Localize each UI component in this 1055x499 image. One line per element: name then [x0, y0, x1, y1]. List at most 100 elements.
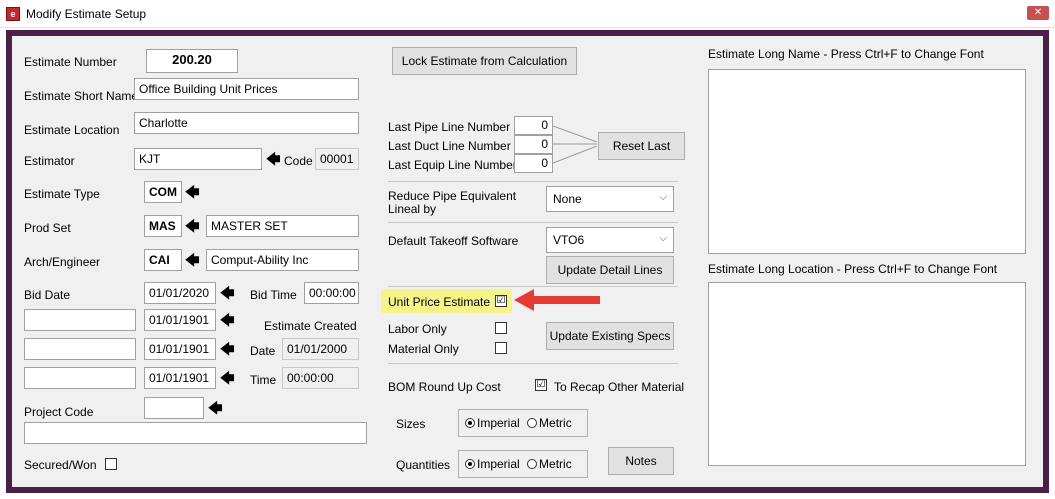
chevron-down-icon: ⌵ [659, 233, 667, 244]
estimator-lookup-arrow-icon[interactable]: 🡄 [266, 151, 280, 167]
secured-won-label: Secured/Won [24, 458, 97, 472]
reduce-pipe-value: None [553, 192, 582, 206]
update-existing-specs-button[interactable]: Update Existing Specs [546, 322, 674, 350]
takeoff-software-dropdown[interactable]: VTO6 ⌵ [546, 227, 674, 253]
prod-set-lookup-arrow-icon[interactable]: 🡄 [185, 218, 199, 234]
estimate-type-lookup-arrow-icon[interactable]: 🡄 [185, 184, 199, 200]
arch-engineer-code[interactable]: CAI [144, 249, 182, 271]
unit-price-estimate-checkbox[interactable]: ☑ [495, 295, 507, 307]
estimator-label: Estimator [24, 154, 75, 168]
lineal-by-label: Lineal by [388, 202, 437, 216]
takeoff-software-value: VTO6 [553, 233, 585, 247]
quantities-imperial-radio[interactable] [465, 459, 475, 469]
custom-date-input-3[interactable]: 01/01/1901 [144, 367, 216, 389]
created-time-label: Time [250, 373, 277, 387]
bid-date-label: Bid Date [24, 288, 71, 302]
last-pipe-line-input[interactable]: 0 [514, 116, 553, 135]
separator-1 [388, 181, 678, 182]
custom-date-label-input-2[interactable] [24, 338, 136, 360]
custom-date-2-arrow-icon[interactable]: 🡄 [220, 341, 234, 357]
last-duct-line-label: Last Duct Line Number [388, 139, 511, 153]
estimate-type-label: Estimate Type [24, 187, 100, 201]
custom-date-3-arrow-icon[interactable]: 🡄 [220, 370, 234, 386]
bid-date-input[interactable]: 01/01/2020 [144, 282, 216, 304]
estimate-type-code[interactable]: COM [144, 181, 182, 203]
estimate-number-label: Estimate Number [24, 55, 117, 69]
form-client-area: Estimate Number 200.20 Estimate Short Na… [12, 36, 1043, 487]
close-button[interactable]: ✕ [1027, 6, 1049, 20]
app-icon: e [6, 7, 20, 21]
custom-date-label-input-3[interactable] [24, 367, 136, 389]
labor-only-checkbox[interactable] [495, 322, 507, 334]
created-date-label: Date [250, 344, 276, 358]
prod-set-name-field: MASTER SET [206, 215, 359, 237]
estimator-code-field: 00001 [315, 148, 359, 170]
project-code-label: Project Code [24, 405, 94, 419]
labor-only-label: Labor Only [388, 322, 447, 336]
material-only-checkbox[interactable] [495, 342, 507, 354]
arch-engineer-name-field: Comput-Ability Inc [206, 249, 359, 271]
created-date-field: 01/01/2000 [282, 338, 359, 360]
to-recap-label: To Recap Other Material [554, 380, 685, 394]
prod-set-label: Prod Set [24, 221, 71, 235]
project-code-input[interactable] [144, 397, 204, 419]
custom-date-input-2[interactable]: 01/01/1901 [144, 338, 216, 360]
prod-set-code[interactable]: MAS [144, 215, 182, 237]
sizes-imperial-radio[interactable] [465, 418, 475, 428]
long-name-textarea[interactable] [708, 69, 1026, 254]
sizes-metric-label: Metric [539, 416, 572, 430]
location-input[interactable]: Charlotte [134, 112, 359, 134]
sizes-imperial-label: Imperial [477, 416, 520, 430]
created-time-field: 00:00:00 [282, 367, 359, 389]
title-bar: e Modify Estimate Setup ✕ [0, 0, 1055, 28]
separator-4 [388, 363, 678, 364]
bid-time-label: Bid Time [250, 288, 297, 302]
default-takeoff-label: Default Takeoff Software [388, 234, 519, 248]
quantities-label: Quantities [396, 458, 451, 472]
long-name-label: Estimate Long Name - Press Ctrl+F to Cha… [708, 47, 984, 61]
lock-estimate-button[interactable]: Lock Estimate from Calculation [392, 47, 577, 75]
last-duct-line-input[interactable]: 0 [514, 135, 553, 154]
reduce-pipe-dropdown[interactable]: None ⌵ [546, 186, 674, 212]
bid-date-lookup-arrow-icon[interactable]: 🡄 [220, 285, 234, 301]
quantities-imperial-label: Imperial [477, 457, 520, 471]
quantities-metric-label: Metric [539, 457, 572, 471]
estimate-location-label: Estimate Location [24, 123, 120, 137]
quantities-metric-radio[interactable] [527, 459, 538, 469]
quantities-radio-group: Imperial Metric [458, 450, 588, 478]
chevron-down-icon: ⌵ [659, 192, 667, 203]
short-name-input[interactable]: Office Building Unit Prices [134, 78, 359, 100]
long-location-label: Estimate Long Location - Press Ctrl+F to… [708, 262, 998, 276]
secured-won-checkbox[interactable] [105, 458, 117, 470]
recap-checkbox[interactable]: ☑ [535, 379, 547, 391]
notes-button[interactable]: Notes [608, 447, 674, 475]
bid-time-input[interactable]: 00:00:00 [304, 282, 359, 304]
bom-round-up-label: BOM Round Up Cost [388, 380, 501, 394]
estimate-created-label: Estimate Created [264, 319, 357, 333]
arch-engineer-lookup-arrow-icon[interactable]: 🡄 [185, 252, 199, 268]
last-equip-line-input[interactable]: 0 [514, 154, 553, 173]
last-pipe-line-label: Last Pipe Line Number [388, 120, 511, 134]
custom-date-1-arrow-icon[interactable]: 🡄 [220, 312, 234, 328]
sizes-metric-radio[interactable] [527, 418, 538, 428]
last-equip-line-label: Last Equip Line Number [388, 158, 517, 172]
custom-date-label-input-1[interactable] [24, 309, 136, 331]
sizes-label: Sizes [396, 417, 426, 431]
estimator-input[interactable]: KJT [134, 148, 262, 170]
window: e Modify Estimate Setup ✕ Estimate Numbe… [0, 0, 1055, 499]
project-code-lookup-arrow-icon[interactable]: 🡄 [208, 400, 222, 416]
reset-connector-lines [553, 125, 598, 164]
estimate-number-field[interactable]: 200.20 [146, 49, 238, 73]
annotation-arrow-icon [514, 289, 600, 311]
update-detail-lines-button[interactable]: Update Detail Lines [546, 256, 674, 284]
window-title: Modify Estimate Setup [26, 7, 147, 21]
long-location-textarea[interactable] [708, 282, 1026, 466]
separator-2 [388, 222, 678, 223]
sizes-radio-group: Imperial Metric [458, 409, 588, 437]
reset-last-button[interactable]: Reset Last [598, 132, 685, 160]
code-label: Code [284, 154, 313, 168]
arch-engineer-label: Arch/Engineer [24, 255, 101, 269]
unit-price-estimate-label: Unit Price Estimate [388, 295, 491, 309]
project-description-input[interactable] [24, 422, 367, 444]
custom-date-input-1[interactable]: 01/01/1901 [144, 309, 216, 331]
